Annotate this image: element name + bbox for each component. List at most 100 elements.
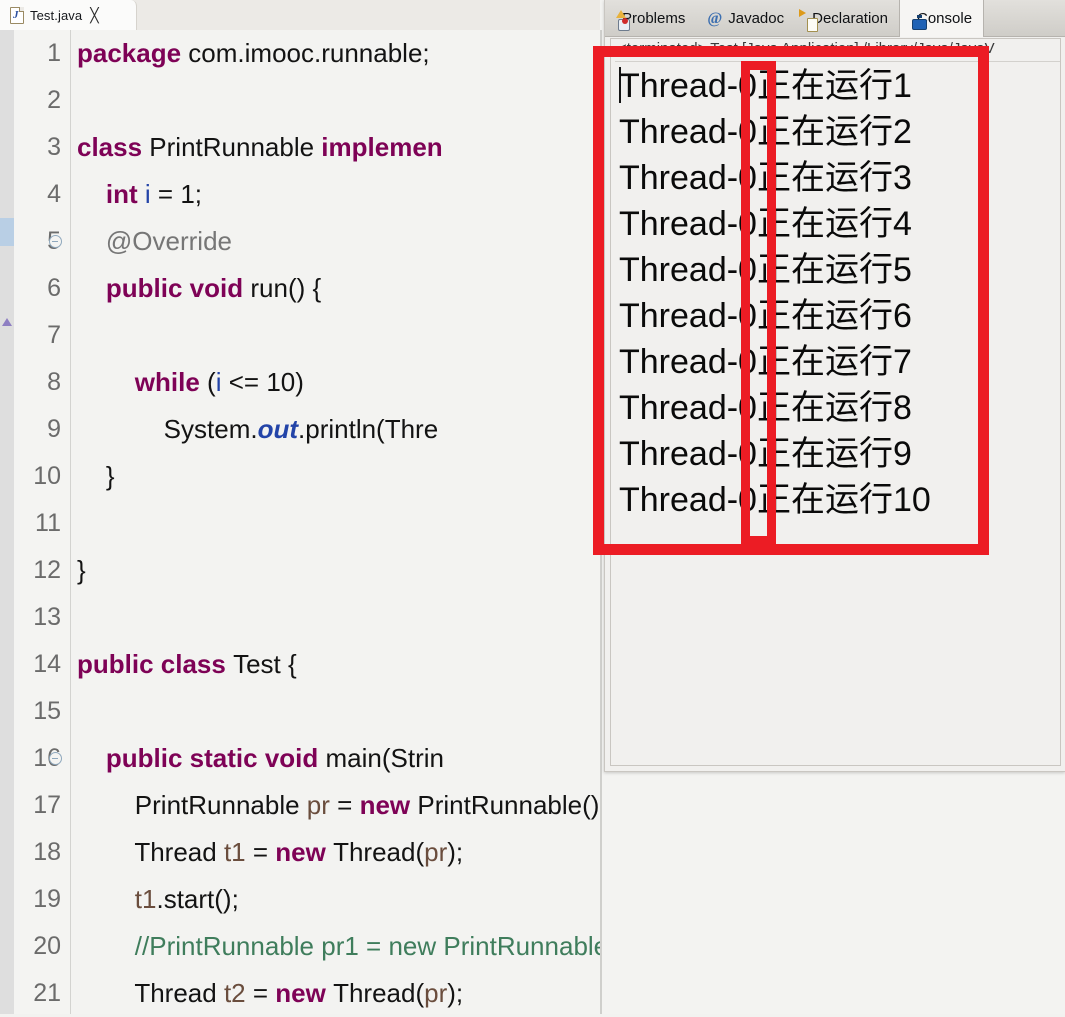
code-token: Test { [233, 649, 297, 679]
code-token: = 1; [150, 179, 203, 209]
line-number: 16 [33, 744, 62, 772]
code-token: new [359, 790, 418, 820]
code-line[interactable]: public void run() { [77, 265, 321, 312]
code-token: ( [207, 367, 216, 397]
code-token: } [77, 555, 86, 585]
code-token: ); [447, 837, 464, 867]
code-token: t1 [223, 837, 246, 867]
editor-tab-test-java[interactable]: J Test.java ╳ [0, 0, 137, 30]
at-icon: @ [707, 9, 723, 27]
line-number: 4 [47, 180, 61, 208]
line-number: 20 [33, 932, 61, 960]
code-line[interactable]: class PrintRunnable implemen [77, 124, 443, 171]
code-line[interactable]: t1.start(); [77, 876, 239, 923]
line-number: 7 [47, 321, 61, 349]
view-tab-bar: Problems @ Javadoc Declaration Console [605, 0, 1065, 37]
code-token: = [245, 978, 276, 1008]
code-token: ); [447, 978, 464, 1008]
code-token: PrintRunnable [149, 132, 322, 162]
line-number: 10 [33, 462, 61, 490]
code-token: new [275, 837, 334, 867]
code-token: public void [105, 273, 251, 303]
code-token: .println(Thre [298, 414, 439, 444]
line-number: 6 [47, 274, 61, 302]
code-token: Thread( [333, 837, 425, 867]
view-tab-javadoc[interactable]: @ Javadoc [696, 0, 795, 37]
ruler-selection-marker [0, 218, 14, 246]
view-tab-label: Javadoc [728, 9, 785, 27]
annotation-ruler[interactable] [0, 30, 14, 1014]
code-token: package [77, 38, 189, 68]
code-token: pr [424, 978, 448, 1008]
line-number: 5 [15, 218, 62, 265]
code-token: .start(); [156, 884, 239, 914]
code-token: @Override [105, 226, 232, 256]
view-tab-label: Declaration [812, 9, 888, 27]
code-token: out [257, 414, 299, 444]
code-line[interactable]: package com.imooc.runnable; [77, 30, 430, 77]
code-token: Thread( [333, 978, 425, 1008]
code-line[interactable]: @Override [77, 218, 232, 265]
line-number: 9 [47, 415, 61, 443]
code-token: Thread [77, 837, 224, 867]
code-line[interactable]: Thread t2 = new Thread(pr); [77, 970, 463, 1014]
java-file-icon: J [10, 6, 24, 24]
code-token: int [105, 179, 145, 209]
highlight-box-console-output [593, 46, 989, 555]
code-token: = [245, 837, 276, 867]
code-token: public class [77, 649, 234, 679]
line-number: 15 [33, 697, 61, 725]
code-token: PrintRunnable(); [417, 790, 601, 820]
line-number: 17 [33, 791, 61, 819]
line-number: 19 [33, 885, 61, 913]
code-token: t1 [134, 884, 157, 914]
code-token: //PrintRunnable pr1 = new PrintRunnable(… [77, 931, 601, 961]
line-number: 2 [47, 86, 61, 114]
code-line[interactable]: Thread t1 = new Thread(pr); [77, 829, 463, 876]
highlight-box-thread-id [741, 61, 776, 545]
ruler-overview-marker-icon [2, 318, 12, 326]
line-number-gutter[interactable]: 123456789101112131415161718192021 [14, 30, 71, 1014]
line-number: 12 [33, 556, 61, 584]
view-tab-console[interactable]: Console [899, 0, 985, 37]
line-number: 8 [47, 368, 61, 396]
fold-collapse-icon[interactable] [49, 752, 62, 765]
line-number: 11 [35, 509, 61, 537]
code-token: class [77, 132, 150, 162]
code-line[interactable]: int i = 1; [77, 171, 202, 218]
code-token: public static void [105, 743, 326, 773]
code-line[interactable]: System.out.println(Thre [77, 406, 439, 453]
code-token: PrintRunnable [77, 790, 307, 820]
code-line[interactable]: while (i <= 10) [77, 359, 304, 406]
code-line[interactable]: public static void main(Strin [77, 735, 444, 782]
code-token: new [275, 978, 334, 1008]
fold-collapse-icon[interactable] [49, 235, 62, 248]
code-token: Thread [77, 978, 224, 1008]
code-line[interactable]: //PrintRunnable pr1 = new PrintRunnable(… [77, 923, 601, 970]
close-icon[interactable]: ╳ [90, 8, 98, 22]
editor-tab-bar: J Test.java ╳ [0, 0, 600, 30]
line-number: 21 [33, 979, 61, 1007]
code-token: pr [306, 790, 330, 820]
code-token: pr [424, 837, 448, 867]
code-line[interactable]: } [77, 453, 115, 500]
line-number: 18 [33, 838, 61, 866]
code-line[interactable]: public class Test { [77, 641, 297, 688]
line-number: 13 [33, 603, 61, 631]
code-token: com.imooc.runnable; [188, 38, 430, 68]
view-tab-declaration[interactable]: Declaration [795, 0, 899, 37]
editor-tab-label: Test.java [30, 7, 83, 23]
code-token: run() { [250, 273, 322, 303]
code-token: <= 10) [221, 367, 304, 397]
code-line[interactable]: } [77, 547, 86, 594]
line-number: 3 [47, 133, 61, 161]
code-surface[interactable]: package com.imooc.runnable; class PrintRu… [71, 30, 601, 1014]
code-line[interactable]: PrintRunnable pr = new PrintRunnable(); [77, 782, 601, 829]
code-token: = [329, 790, 360, 820]
view-tab-problems[interactable]: Problems [605, 0, 696, 37]
